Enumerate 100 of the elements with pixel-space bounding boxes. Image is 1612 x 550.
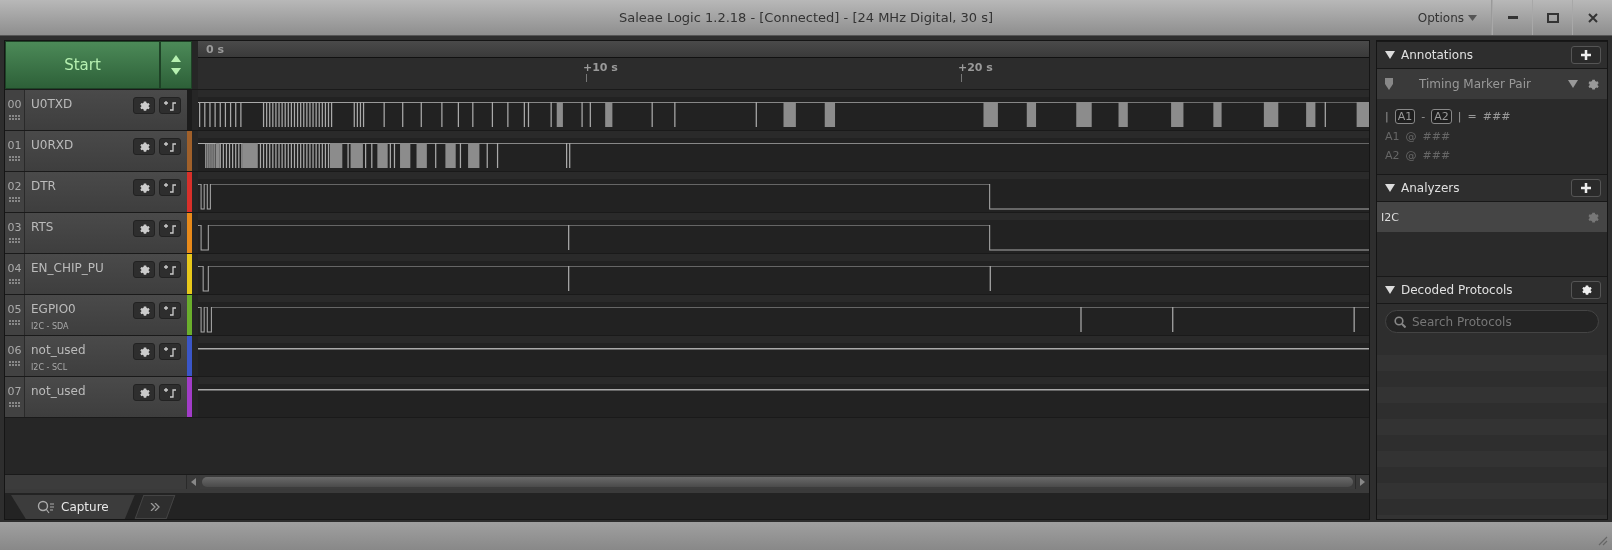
channel-number: 04 — [7, 262, 22, 275]
marker-label: A1 — [1385, 130, 1400, 143]
at-sign: @ — [1405, 130, 1417, 143]
drag-handle-icon[interactable] — [8, 197, 21, 203]
capture-tab[interactable]: Capture — [11, 495, 135, 519]
options-menu[interactable]: Options — [1403, 0, 1492, 35]
channel-number: 01 — [7, 139, 22, 152]
search-list-icon — [37, 500, 55, 514]
drag-handle-icon[interactable] — [8, 402, 21, 408]
collapse-caret-icon[interactable] — [1385, 184, 1395, 192]
maximize-icon — [1546, 12, 1559, 23]
close-icon — [1587, 12, 1598, 23]
edge-trigger-icon — [163, 263, 177, 276]
drag-handle-icon[interactable] — [8, 115, 21, 121]
section-title: Analyzers — [1401, 181, 1461, 195]
gear-icon — [138, 99, 150, 112]
marker-value: ### — [1422, 149, 1451, 162]
edge-trigger-icon — [163, 304, 177, 317]
at-sign: @ — [1405, 149, 1417, 162]
trigger-button[interactable] — [159, 343, 181, 360]
channel-settings-button[interactable] — [133, 302, 155, 319]
start-button[interactable]: Start — [5, 41, 160, 89]
gear-icon — [138, 263, 150, 276]
channel-name[interactable]: EGPIO0 — [31, 302, 129, 316]
gear-icon — [138, 386, 150, 399]
formula-text: | — [1457, 110, 1462, 123]
channel-settings-button[interactable] — [133, 179, 155, 196]
time-origin: 0 s — [206, 42, 225, 56]
analyzer-item[interactable]: I2C — [1377, 202, 1607, 232]
right-arrow-icon — [1360, 478, 1365, 486]
minimize-icon — [1507, 16, 1518, 19]
formula-equals: = — [1467, 110, 1477, 123]
drag-handle-icon[interactable] — [8, 156, 21, 162]
channel-number: 00 — [7, 98, 22, 111]
channel-number: 06 — [7, 344, 22, 357]
gear-icon — [138, 222, 150, 235]
gear-icon — [138, 181, 150, 194]
channel-number: 05 — [7, 303, 22, 316]
gear-icon — [1586, 210, 1599, 224]
trigger-button[interactable] — [159, 261, 181, 278]
caret-icon — [1468, 14, 1477, 21]
channel-settings-button[interactable] — [133, 138, 155, 155]
drag-handle-icon[interactable] — [8, 279, 21, 285]
drag-handle-icon[interactable] — [8, 238, 21, 244]
window-title: Saleae Logic 1.2.18 - [Connected] - [24 MHz Digital, 30 s] — [618, 10, 994, 25]
channel-settings-button[interactable] — [133, 97, 155, 114]
channel-settings-button[interactable] — [133, 384, 155, 401]
channel-number: 03 — [7, 221, 22, 234]
formula-minus: - — [1421, 110, 1426, 123]
collapse-caret-icon[interactable] — [1385, 286, 1395, 294]
gear-icon — [138, 304, 150, 317]
edge-trigger-icon — [163, 99, 177, 112]
scrollbar-thumb[interactable] — [202, 477, 1353, 487]
drag-handle-icon[interactable] — [8, 320, 21, 326]
trigger-button[interactable] — [159, 138, 181, 155]
time-tick: +10 s — [583, 61, 618, 74]
up-triangle-icon — [171, 55, 181, 62]
trigger-button[interactable] — [159, 220, 181, 237]
dropdown-caret-icon[interactable] — [1568, 80, 1578, 88]
analyzer-name: I2C — [1381, 210, 1399, 224]
analyzer-label: I2C - SDA — [31, 322, 70, 331]
trigger-button[interactable] — [159, 302, 181, 319]
marker-tag: A1 — [1394, 109, 1416, 124]
plus-icon — [1581, 50, 1591, 60]
add-button[interactable] — [1571, 46, 1601, 64]
edge-trigger-icon — [163, 345, 177, 358]
channel-settings-button[interactable] — [133, 261, 155, 278]
down-triangle-icon — [171, 68, 181, 75]
time-tick: +20 s — [958, 61, 993, 74]
formula-value: ### — [1482, 110, 1511, 123]
gear-icon — [1586, 77, 1599, 91]
marker-value: ### — [1422, 130, 1451, 143]
section-title: Annotations — [1401, 48, 1475, 62]
marker-pin-icon — [1385, 78, 1393, 90]
gear-icon — [1580, 284, 1592, 296]
trigger-button[interactable] — [159, 179, 181, 196]
formula-text: | — [1385, 110, 1389, 123]
gear-icon — [138, 140, 150, 153]
resize-grip-icon[interactable] — [1596, 534, 1608, 546]
gear-icon — [138, 345, 150, 358]
channel-number: 02 — [7, 180, 22, 193]
channel-settings-button[interactable] — [133, 220, 155, 237]
marker-tag: A2 — [1431, 109, 1452, 124]
add-button[interactable] — [1571, 179, 1601, 197]
channel-settings-button[interactable] — [133, 343, 155, 360]
channel-name[interactable]: not_used — [31, 343, 129, 357]
settings-button[interactable] — [1571, 281, 1601, 299]
stepper-button[interactable] — [160, 41, 192, 89]
search-field[interactable]: Search Protocols — [1385, 310, 1599, 333]
trigger-button[interactable] — [159, 97, 181, 114]
double-chevron-icon — [149, 503, 160, 511]
edge-trigger-icon — [163, 181, 177, 194]
section-title: Decoded Protocols — [1401, 283, 1514, 297]
trigger-button[interactable] — [159, 384, 181, 401]
collapse-caret-icon[interactable] — [1385, 51, 1395, 59]
analyzer-label: I2C - SCL — [31, 363, 69, 372]
left-arrow-icon — [191, 478, 196, 486]
edge-trigger-icon — [163, 140, 177, 153]
search-icon — [1394, 316, 1406, 328]
drag-handle-icon[interactable] — [8, 361, 21, 367]
